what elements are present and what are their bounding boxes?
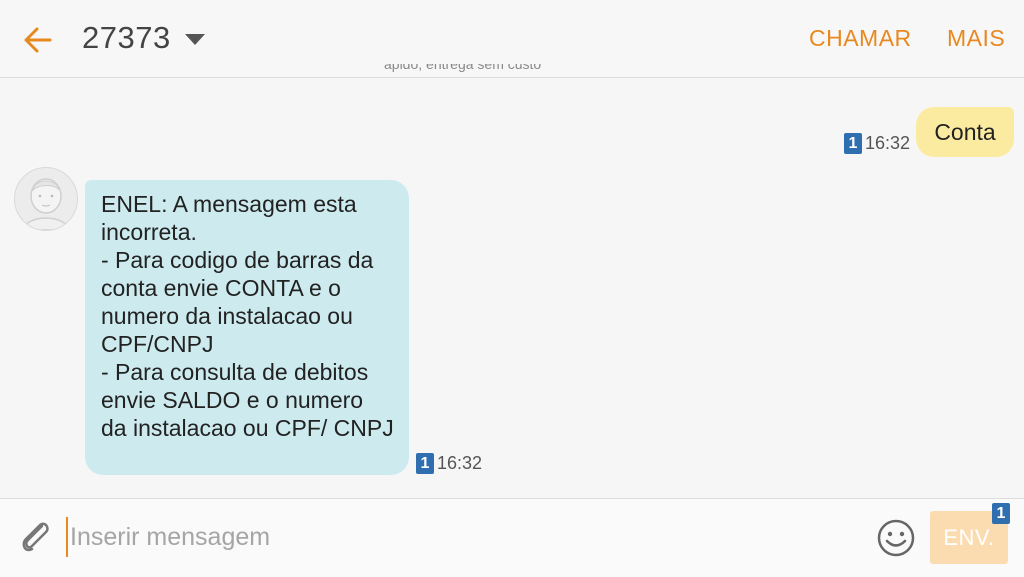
sim-1-icon: 1	[416, 453, 434, 474]
call-button[interactable]: CHAMAR	[809, 25, 912, 52]
contact-number: 27373	[82, 20, 171, 55]
outgoing-message-bubble[interactable]: Conta	[916, 107, 1014, 157]
sim-1-icon: 1	[992, 503, 1010, 524]
smiley-icon[interactable]	[876, 518, 916, 558]
previous-message-clipped: ápido, entrega sem custo	[384, 64, 542, 72]
outgoing-message-text: Conta	[934, 118, 996, 145]
incoming-meta: 1 16:32	[416, 453, 482, 474]
incoming-message-bubble[interactable]: ENEL: A mensagem esta incorreta. - Para …	[85, 180, 409, 475]
message-input[interactable]	[66, 517, 860, 557]
more-button[interactable]: MAIS	[947, 25, 1005, 52]
caret-down-icon	[184, 34, 205, 45]
outgoing-timestamp: 16:32	[865, 133, 911, 153]
outgoing-meta: 1 16:32	[844, 133, 910, 154]
incoming-timestamp: 16:32	[437, 453, 483, 473]
person-avatar-icon[interactable]	[14, 167, 78, 231]
contact-dropdown[interactable]: 27373	[82, 20, 205, 56]
back-arrow-icon[interactable]	[22, 24, 54, 56]
message-composer: ENV. 1	[0, 498, 1024, 577]
send-button-label: ENV.	[943, 524, 995, 550]
paperclip-icon[interactable]	[18, 516, 54, 556]
sim-1-icon: 1	[844, 133, 862, 154]
